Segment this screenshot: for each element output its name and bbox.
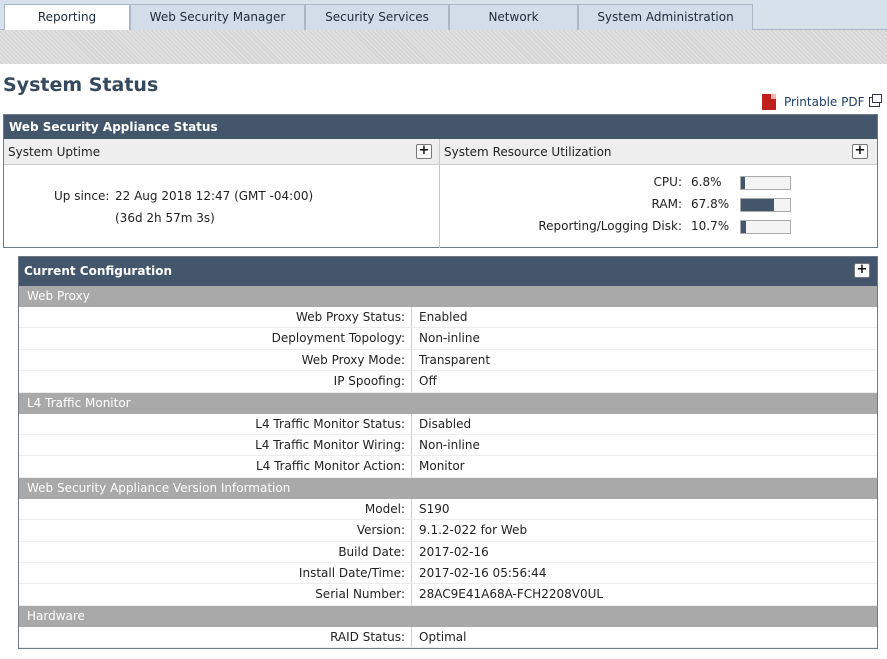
- config-row-label: L4 Traffic Monitor Status:: [19, 413, 412, 434]
- resource-utilization-header: System Resource Utilization +: [440, 139, 877, 165]
- config-row-label: Serial Number:: [19, 584, 412, 605]
- main-nav-tabs: Reporting Web Security Manager Security …: [0, 0, 887, 31]
- config-row: Web Proxy Status: Enabled: [19, 307, 877, 329]
- config-row: Install Date/Time: 2017-02-16 05:56:44: [19, 562, 877, 585]
- config-row-label: RAID Status:: [19, 626, 412, 648]
- config-row-value: 2017-02-16: [419, 544, 489, 559]
- resource-label: Reporting/Logging Disk:: [538, 219, 682, 233]
- config-row-value: Enabled: [419, 310, 468, 324]
- config-section-header: Web Proxy: [19, 286, 877, 307]
- config-row-value: Non-inline: [419, 331, 480, 346]
- page-title: System Status: [3, 74, 159, 96]
- expand-resources-button[interactable]: +: [852, 144, 868, 159]
- pdf-icon: [762, 94, 776, 110]
- up-since-label: Up since:: [54, 189, 110, 203]
- config-row-label: Deployment Topology:: [19, 328, 412, 349]
- config-row-label: L4 Traffic Monitor Action:: [19, 456, 412, 477]
- current-configuration-title: Current Configuration: [24, 264, 173, 278]
- config-row: RAID Status: Optimal: [19, 626, 877, 648]
- config-row-value: Off: [419, 374, 437, 389]
- uptime-duration: (36d 2h 57m 3s): [115, 211, 215, 225]
- resource-label: CPU:: [653, 175, 682, 189]
- config-row-label: Install Date/Time:: [19, 562, 412, 584]
- config-row: Web Proxy Mode: Transparent: [19, 349, 877, 372]
- current-configuration-header: Current Configuration +: [19, 257, 877, 286]
- printable-pdf-label[interactable]: Printable PDF: [784, 95, 864, 109]
- config-row: IP Spoofing: Off: [19, 371, 877, 393]
- config-row-label: Web Proxy Mode:: [19, 349, 412, 371]
- config-row-label: IP Spoofing:: [19, 371, 412, 392]
- config-row: Deployment Topology: Non-inline: [19, 328, 877, 350]
- resource-usage-bar: [740, 220, 791, 234]
- config-row-label: Version:: [19, 520, 412, 541]
- config-row-value: Disabled: [419, 416, 472, 431]
- expand-uptime-button[interactable]: +: [416, 144, 432, 159]
- resource-usage-bar: [740, 198, 791, 212]
- config-section-header: Hardware: [19, 605, 877, 627]
- up-since-value: 22 Aug 2018 12:47 (GMT -04:00): [115, 189, 314, 203]
- tab-reporting[interactable]: Reporting: [4, 4, 130, 31]
- resource-value: 67.8%: [691, 197, 730, 211]
- tab-web-security-manager[interactable]: Web Security Manager: [130, 4, 305, 30]
- resource-usage-fill: [741, 199, 775, 211]
- config-row-value: Non-inline: [419, 437, 480, 452]
- config-row-label: Model:: [19, 498, 412, 520]
- tab-security-services[interactable]: Security Services: [305, 4, 449, 30]
- config-section-header: L4 Traffic Monitor: [19, 392, 877, 414]
- resource-value: 6.8%: [691, 175, 722, 189]
- config-row: L4 Traffic Monitor Wiring: Non-inline: [19, 434, 877, 457]
- config-row-value: 28AC9E41A68A-FCH2208V0UL: [419, 587, 604, 602]
- config-row: L4 Traffic Monitor Action: Monitor: [19, 456, 877, 478]
- config-row-value: S190: [419, 501, 450, 516]
- config-row-value: 2017-02-16 05:56:44: [419, 565, 547, 580]
- config-row: Build Date: 2017-02-16: [19, 541, 877, 563]
- config-row: Serial Number: 28AC9E41A68A-FCH2208V0UL: [19, 584, 877, 606]
- resource-usage-fill: [741, 221, 747, 233]
- configuration-sections: Web Proxy Web Proxy Status: Enabled Deploym…: [19, 286, 877, 648]
- config-row: Version: 9.1.2-022 for Web: [19, 520, 877, 542]
- current-configuration-panel: Current Configuration + Web Proxy Web Pro…: [18, 256, 878, 649]
- config-row: L4 Traffic Monitor Status: Disabled: [19, 413, 877, 435]
- resource-value: 10.7%: [691, 219, 730, 233]
- config-row-value: 9.1.2-022 for Web: [419, 523, 528, 538]
- appliance-status-panel: Web Security Appliance Status System Upt…: [3, 114, 878, 248]
- config-section-header: Web Security Appliance Version Informati…: [19, 477, 877, 499]
- resource-label: RAM:: [651, 197, 682, 211]
- sub-menu-bar: [0, 30, 887, 64]
- config-row: Model: S190: [19, 498, 877, 521]
- config-row-value: Monitor: [419, 459, 465, 474]
- resource-usage-fill: [741, 177, 745, 189]
- expand-configuration-button[interactable]: +: [854, 263, 870, 278]
- config-row-label: Web Proxy Status:: [19, 307, 412, 328]
- config-row-value: Optimal: [419, 629, 467, 644]
- system-uptime-header: System Uptime +: [4, 139, 439, 165]
- tab-network[interactable]: Network: [449, 4, 578, 30]
- appliance-status-header: Web Security Appliance Status: [4, 115, 877, 139]
- config-row-value: Transparent: [419, 352, 491, 367]
- tab-system-administration[interactable]: System Administration: [578, 4, 753, 30]
- popout-icon: [869, 94, 883, 107]
- printable-pdf-link[interactable]: Printable PDF: [762, 94, 883, 110]
- resource-utilization-title: System Resource Utilization: [444, 145, 612, 159]
- column-divider: [439, 139, 440, 248]
- config-row-label: L4 Traffic Monitor Wiring:: [19, 434, 412, 456]
- system-uptime-title: System Uptime: [8, 145, 101, 159]
- resource-usage-bar: [740, 176, 791, 190]
- config-row-label: Build Date:: [19, 541, 412, 562]
